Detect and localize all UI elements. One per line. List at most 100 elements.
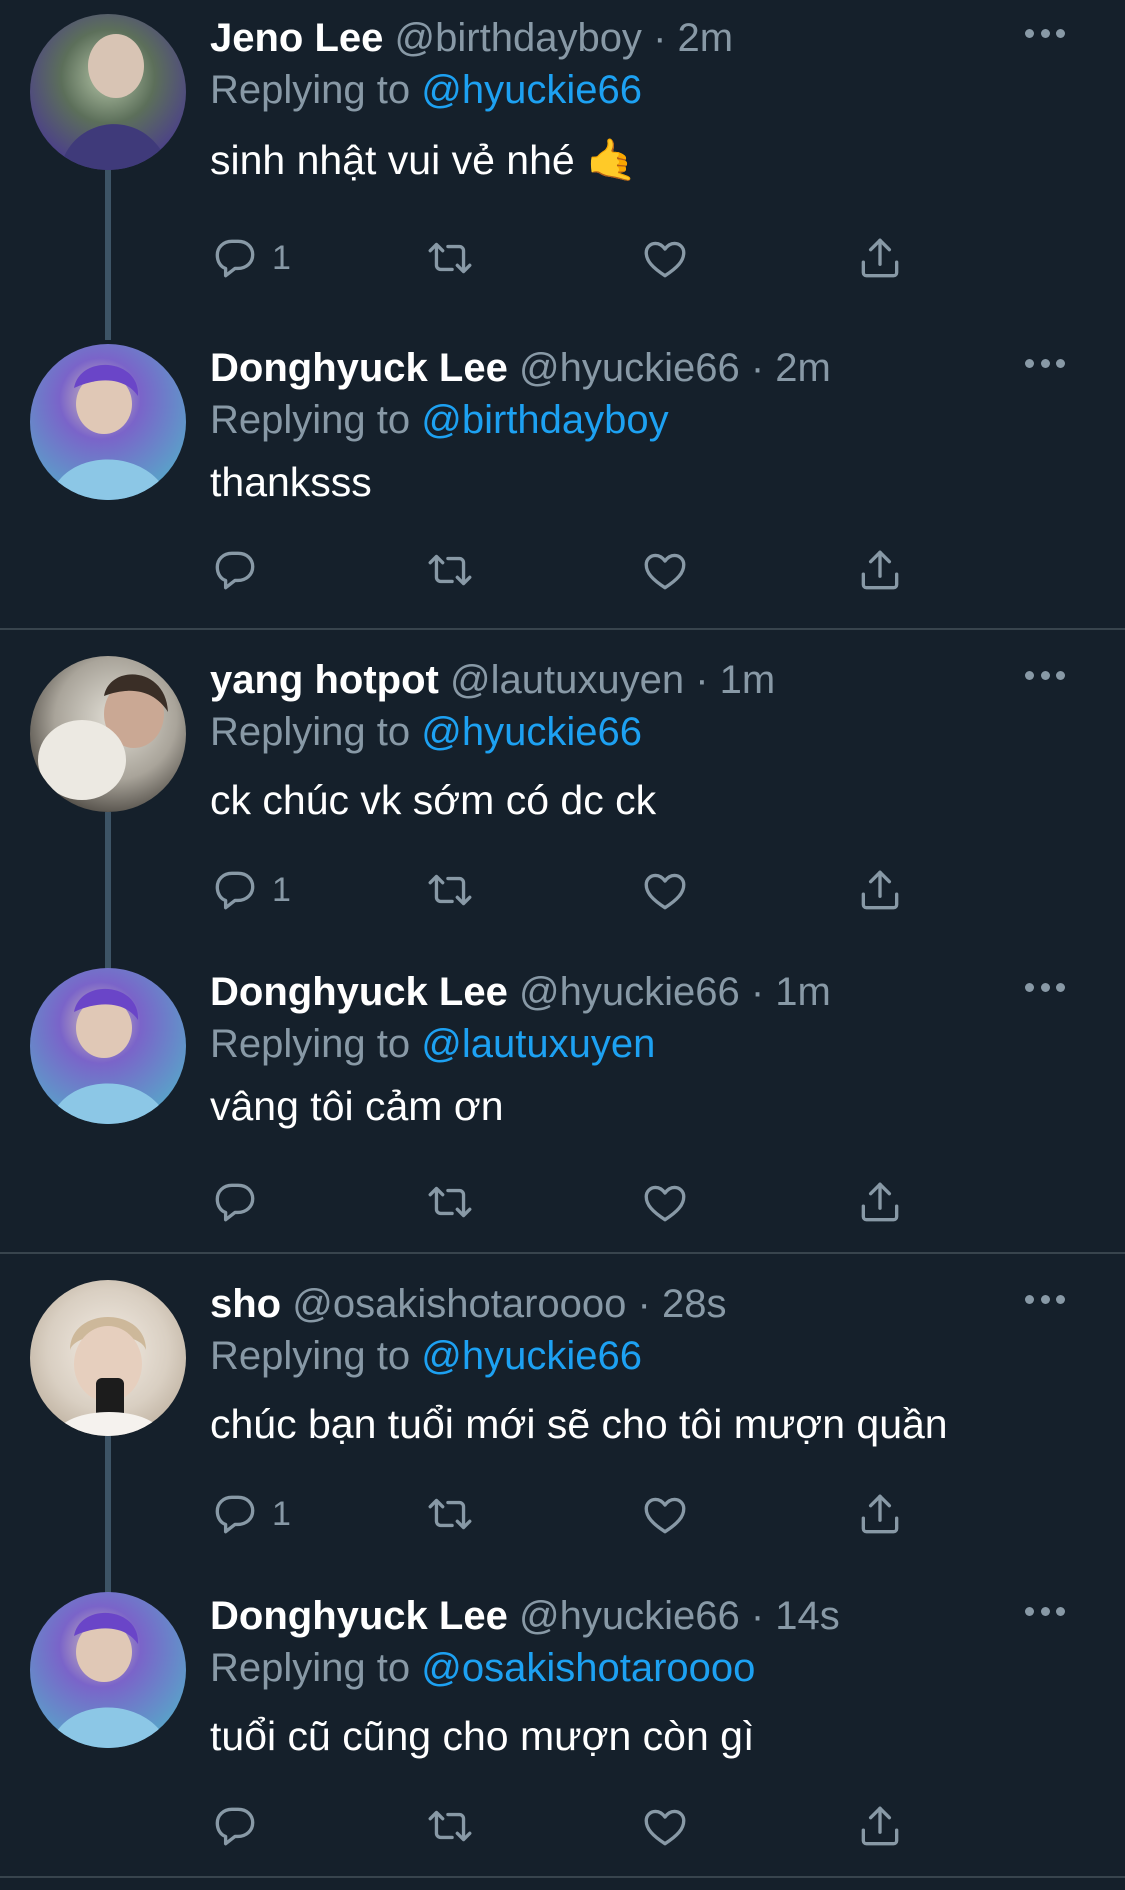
reply-count: 1 [272,238,291,277]
reply-button[interactable] [210,540,272,600]
tweet-4[interactable]: sho @osakishotaroooo · 28s Replying to @… [0,1266,1125,1594]
action-bar: 1 [210,1484,910,1544]
like-button[interactable] [640,1484,690,1544]
timestamp[interactable]: · 14s [751,1594,840,1638]
like-icon [640,1177,690,1227]
tweet-header: Jeno Lee @birthdayboy · 2m [210,12,1035,64]
timestamp[interactable]: · 2m [751,346,831,390]
reply-count: 1 [272,1494,291,1533]
thread-line [105,1436,111,1594]
handle[interactable]: @hyuckie66 [519,970,740,1014]
timestamp[interactable]: · 1m [751,970,831,1014]
more-options-icon[interactable] [1025,980,1065,994]
retweet-icon [425,1177,475,1227]
mention-link[interactable]: @hyuckie66 [421,68,642,112]
timestamp[interactable]: · 1m [695,658,775,702]
avatar[interactable] [30,656,186,812]
tweet-header: Donghyuck Lee @hyuckie66 · 14s [210,1590,1035,1642]
replying-to-line: Replying to @birthdayboy [210,394,669,446]
retweet-button[interactable] [425,228,475,288]
reply-icon [210,1801,260,1851]
display-name[interactable]: Donghyuck Lee [210,970,508,1014]
replying-label: Replying to [210,1334,411,1378]
like-button[interactable] [640,540,690,600]
display-name[interactable]: Jeno Lee [210,16,383,60]
tweet-text: thanksss [210,459,372,505]
mention-link[interactable]: @lautuxuyen [421,1022,655,1066]
share-button[interactable] [855,1484,905,1544]
more-options-icon[interactable] [1025,668,1065,682]
like-button[interactable] [640,1796,690,1856]
replying-label: Replying to [210,1022,411,1066]
share-icon [855,545,905,595]
handle[interactable]: @hyuckie66 [519,346,740,390]
like-button[interactable] [640,228,690,288]
retweet-button[interactable] [425,1172,475,1232]
reply-button[interactable] [210,1172,272,1232]
replying-to-line: Replying to @hyuckie66 [210,64,642,116]
share-button[interactable] [855,228,905,288]
replying-to-line: Replying to @lautuxuyen [210,1018,655,1070]
retweet-button[interactable] [425,540,475,600]
reply-button[interactable]: 1 [210,228,291,288]
tweet-1[interactable]: Donghyuck Lee @hyuckie66 · 2m Replying t… [0,330,1125,630]
display-name[interactable]: Donghyuck Lee [210,1594,508,1638]
timestamp[interactable]: · 2m [653,16,733,60]
retweet-icon [425,233,475,283]
reply-button[interactable]: 1 [210,860,291,920]
replying-label: Replying to [210,710,411,754]
like-button[interactable] [640,1172,690,1232]
like-button[interactable] [640,860,690,920]
more-options-icon[interactable] [1025,26,1065,40]
share-icon [855,865,905,915]
avatar[interactable] [30,1592,186,1748]
avatar[interactable] [30,14,186,170]
thread-line [105,812,111,970]
display-name[interactable]: sho [210,1282,281,1326]
tweet-2[interactable]: yang hotpot @lautuxuyen · 1m Replying to… [0,642,1125,970]
timestamp[interactable]: · 28s [638,1282,727,1326]
tweet-header: sho @osakishotaroooo · 28s [210,1278,1035,1330]
tweet-text: tuổi cũ cũng cho mượn còn gì [210,1713,755,1759]
action-bar [210,1172,910,1232]
more-options-icon[interactable] [1025,356,1065,370]
mention-link[interactable]: @hyuckie66 [421,710,642,754]
reply-button[interactable] [210,1796,272,1856]
retweet-icon [425,1489,475,1539]
display-name[interactable]: Donghyuck Lee [210,346,508,390]
mention-link[interactable]: @birthdayboy [421,398,668,442]
thread-divider [0,1252,1125,1254]
share-button[interactable] [855,1796,905,1856]
share-button[interactable] [855,1172,905,1232]
handle[interactable]: @lautuxuyen [450,658,684,702]
avatar[interactable] [30,968,186,1124]
tweet-header: yang hotpot @lautuxuyen · 1m [210,654,1035,706]
action-bar: 1 [210,860,910,920]
mention-link[interactable]: @hyuckie66 [421,1334,642,1378]
reply-icon [210,545,260,595]
share-button[interactable] [855,860,905,920]
handle[interactable]: @hyuckie66 [519,1594,740,1638]
tweet-0[interactable]: Jeno Lee @birthdayboy · 2m Replying to @… [0,0,1125,340]
tweet-5[interactable]: Donghyuck Lee @hyuckie66 · 14s Replying … [0,1578,1125,1878]
share-icon [855,1177,905,1227]
handle[interactable]: @birthdayboy [395,16,642,60]
share-button[interactable] [855,540,905,600]
avatar-image [30,968,186,1124]
tweet-3[interactable]: Donghyuck Lee @hyuckie66 · 1m Replying t… [0,954,1125,1254]
retweet-button[interactable] [425,860,475,920]
avatar[interactable] [30,1280,186,1436]
retweet-button[interactable] [425,1796,475,1856]
tweet-header: Donghyuck Lee @hyuckie66 · 2m [210,342,1035,394]
more-options-icon[interactable] [1025,1604,1065,1618]
share-icon [855,233,905,283]
avatar[interactable] [30,344,186,500]
display-name[interactable]: yang hotpot [210,658,439,702]
more-options-icon[interactable] [1025,1292,1065,1306]
replying-to-line: Replying to @hyuckie66 [210,1330,642,1382]
reply-button[interactable]: 1 [210,1484,291,1544]
tweet-text: sinh nhật vui vẻ nhé 🤙 [210,137,638,183]
retweet-button[interactable] [425,1484,475,1544]
handle[interactable]: @osakishotaroooo [292,1282,626,1326]
mention-link[interactable]: @osakishotaroooo [421,1646,755,1690]
